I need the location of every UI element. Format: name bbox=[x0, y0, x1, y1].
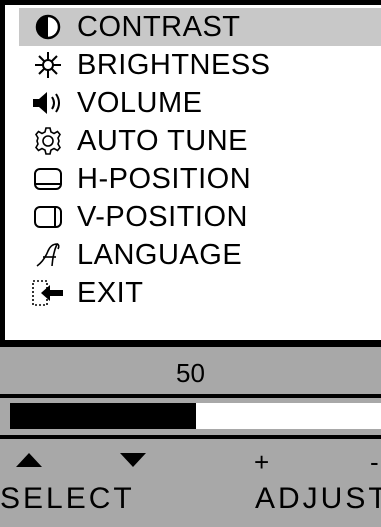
menu-item-volume[interactable]: VOLUME bbox=[19, 84, 381, 122]
h-position-icon bbox=[19, 160, 77, 198]
volume-icon bbox=[19, 84, 77, 122]
menu-item-auto-tune[interactable]: AUTO TUNE bbox=[19, 122, 381, 160]
menu-item-label: LANGUAGE bbox=[77, 238, 243, 271]
menu-item-label: AUTO TUNE bbox=[77, 124, 249, 157]
menu-item-h-position[interactable]: H-POSITION bbox=[19, 160, 381, 198]
control-legend: + - SELECT ADJUST bbox=[0, 447, 381, 527]
divider bbox=[0, 343, 381, 347]
language-icon bbox=[19, 236, 77, 274]
level-bar-fill bbox=[10, 403, 196, 429]
osd-menu: CONTRAST BRIGHTNESS VOLUME AUTO TUNE H-P… bbox=[0, 0, 381, 345]
menu-item-label: EXIT bbox=[77, 276, 144, 309]
menu-item-brightness[interactable]: BRIGHTNESS bbox=[19, 46, 381, 84]
divider bbox=[0, 394, 381, 398]
adjust-label: ADJUST bbox=[255, 482, 381, 515]
menu-item-v-position[interactable]: V-POSITION bbox=[19, 198, 381, 236]
contrast-icon bbox=[19, 8, 77, 46]
gear-icon bbox=[19, 122, 77, 160]
v-position-icon bbox=[19, 198, 77, 236]
menu-item-contrast[interactable]: CONTRAST bbox=[19, 8, 381, 46]
arrow-up-icon[interactable] bbox=[16, 453, 42, 472]
brightness-icon bbox=[19, 46, 77, 84]
menu-item-language[interactable]: LANGUAGE bbox=[19, 236, 381, 274]
menu-item-exit[interactable]: EXIT bbox=[19, 274, 381, 312]
divider bbox=[0, 435, 381, 439]
menu-item-label: V-POSITION bbox=[77, 200, 248, 233]
select-label: SELECT bbox=[0, 482, 135, 515]
minus-button[interactable]: - bbox=[370, 447, 379, 478]
arrow-down-icon[interactable] bbox=[120, 453, 146, 472]
menu-item-label: BRIGHTNESS bbox=[77, 48, 271, 81]
plus-button[interactable]: + bbox=[254, 447, 269, 478]
menu-item-label: CONTRAST bbox=[77, 10, 241, 43]
adjust-value: 50 bbox=[176, 358, 205, 388]
menu-item-label: VOLUME bbox=[77, 86, 203, 119]
monitor-osd: CONTRAST BRIGHTNESS VOLUME AUTO TUNE H-P… bbox=[0, 0, 381, 527]
menu-item-label: H-POSITION bbox=[77, 162, 252, 195]
exit-icon bbox=[19, 274, 77, 312]
